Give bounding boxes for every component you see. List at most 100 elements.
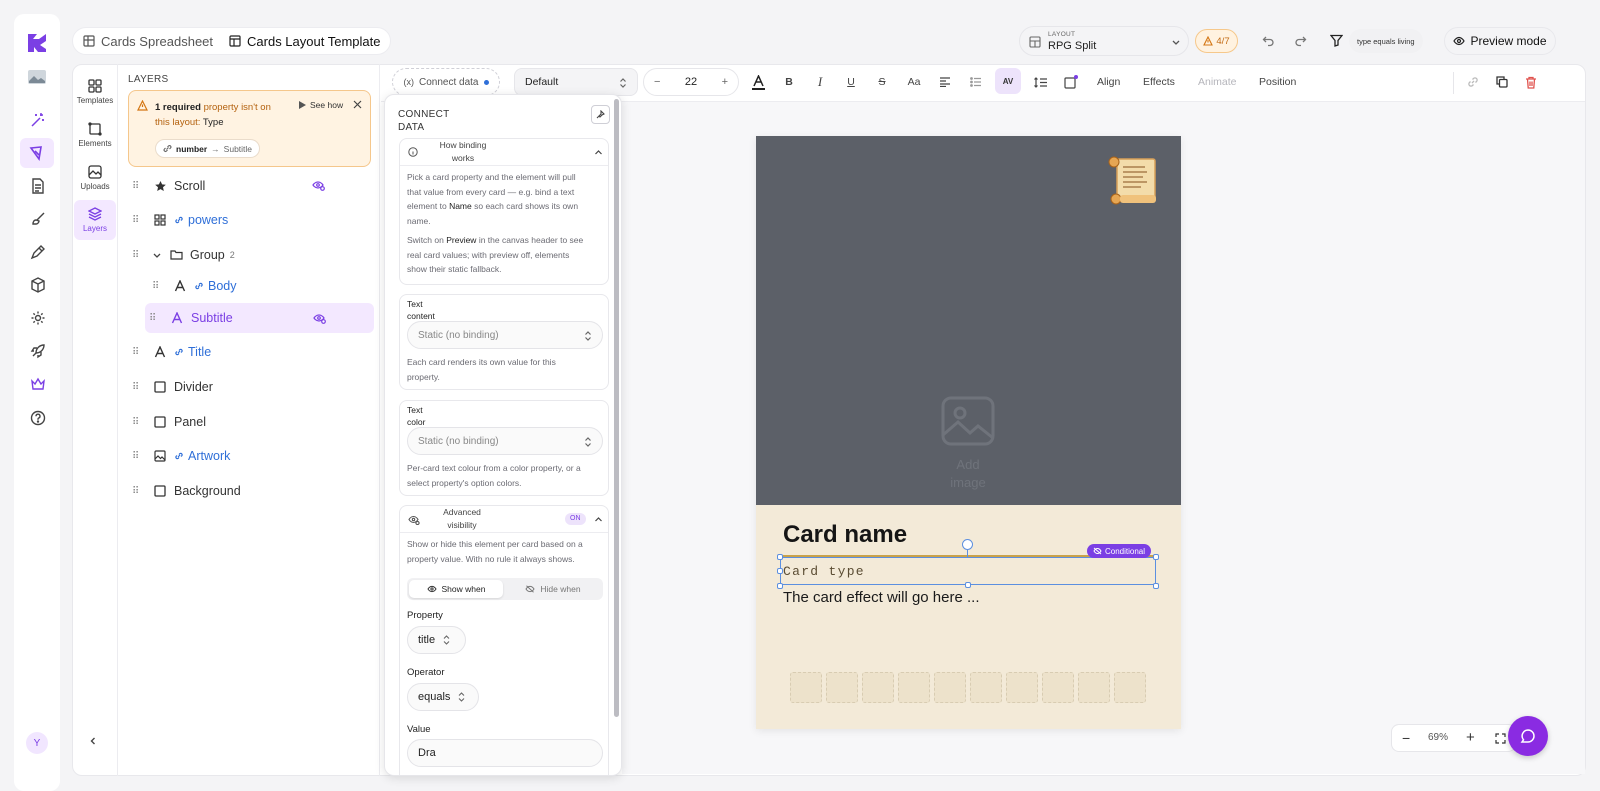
rocket-icon[interactable] — [27, 340, 49, 362]
package-icon[interactable] — [27, 274, 49, 296]
card-effect-text[interactable]: The card effect will go here ... — [783, 589, 980, 606]
drag-handle-icon[interactable]: ⠿ — [132, 250, 144, 261]
document-icon[interactable] — [27, 175, 49, 197]
drag-handle-icon[interactable]: ⠿ — [132, 347, 144, 358]
drag-handle-icon[interactable]: ⠿ — [149, 313, 161, 324]
sidebar-item-templates[interactable]: Templates — [74, 72, 116, 112]
add-image-icon[interactable] — [940, 395, 996, 447]
value-input[interactable]: Dra — [407, 739, 603, 767]
layer-row-background[interactable]: ⠿ Background — [128, 476, 374, 506]
effects-button[interactable]: Effects — [1143, 74, 1175, 90]
chevron-down-icon[interactable] — [152, 250, 162, 260]
font-select[interactable]: Default — [514, 68, 638, 96]
zoom-in-button[interactable]: + — [1466, 729, 1475, 746]
sidebar-item-elements[interactable]: Elements — [74, 115, 116, 155]
list-icon[interactable] — [968, 74, 984, 90]
design-nav-icon[interactable] — [20, 138, 54, 168]
layer-row-subtitle[interactable]: ⠿ Subtitle — [145, 303, 374, 333]
text-content-select[interactable]: Static (no binding) — [407, 321, 603, 349]
visibility-rule-icon[interactable] — [313, 313, 326, 324]
drag-handle-icon[interactable]: ⠿ — [132, 181, 144, 192]
drag-handle-icon[interactable]: ⠿ — [132, 382, 144, 393]
layout-select[interactable]: LAYOUT RPG Split — [1019, 26, 1189, 56]
hide-when-button[interactable]: Hide when — [505, 580, 601, 598]
settings-gear-icon[interactable] — [27, 307, 49, 329]
panel-scrollbar[interactable] — [614, 99, 619, 717]
zoom-out-button[interactable]: − — [1402, 730, 1410, 746]
mapping-chip[interactable]: number → Subtitle — [155, 139, 261, 158]
frame-icon[interactable] — [1063, 74, 1079, 90]
animate-button[interactable]: Animate — [1198, 74, 1237, 90]
chevron-up-icon[interactable] — [594, 515, 603, 524]
power-slot[interactable] — [1078, 672, 1110, 703]
link-icon[interactable] — [1466, 74, 1480, 90]
crown-icon[interactable] — [27, 373, 49, 395]
text-color-select[interactable]: Static (no binding) — [407, 427, 603, 455]
see-how-link[interactable]: See how — [299, 100, 343, 110]
visibility-toggle[interactable]: ON — [565, 513, 586, 525]
power-slot[interactable] — [826, 672, 858, 703]
position-button[interactable]: Position — [1259, 74, 1296, 90]
brush-icon[interactable] — [27, 208, 49, 230]
drag-handle-icon[interactable]: ⠿ — [132, 417, 144, 428]
power-slot[interactable] — [1114, 672, 1146, 703]
connect-data-button[interactable]: (x) Connect data — [392, 68, 500, 96]
chevron-up-icon[interactable] — [594, 148, 603, 157]
power-slot[interactable] — [934, 672, 966, 703]
align-button[interactable]: Align — [1097, 74, 1120, 90]
drag-handle-icon[interactable]: ⠿ — [132, 215, 144, 226]
text-color-button[interactable] — [750, 74, 766, 90]
user-avatar[interactable]: Y — [26, 732, 48, 754]
warnings-badge[interactable]: 4/7 — [1195, 29, 1238, 53]
tab-cards-spreadsheet[interactable]: Cards Spreadsheet — [83, 34, 213, 49]
power-slot[interactable] — [790, 672, 822, 703]
layer-row-divider[interactable]: ⠿ Divider — [128, 372, 374, 402]
layer-row-artwork[interactable]: ⠿ Artwork — [128, 441, 374, 471]
resize-handle[interactable] — [965, 582, 971, 588]
strikethrough-icon[interactable]: S — [875, 74, 889, 90]
decrease-button[interactable]: − — [654, 76, 660, 88]
sidebar-item-layers[interactable]: Layers — [74, 200, 116, 240]
letter-spacing-button[interactable]: AV — [995, 68, 1021, 94]
visibility-rule-icon[interactable] — [312, 180, 325, 191]
redo-icon[interactable] — [1294, 34, 1307, 47]
collapse-chevron-icon[interactable] — [88, 736, 98, 746]
layer-row-title[interactable]: ⠿ Title — [128, 337, 374, 367]
help-icon[interactable] — [27, 407, 49, 429]
text-case-icon[interactable]: Aa — [906, 74, 922, 90]
drag-handle-icon[interactable]: ⠿ — [152, 281, 164, 292]
scroll-icon[interactable] — [1108, 155, 1160, 207]
resize-handle[interactable] — [777, 554, 783, 560]
pen-tool-icon[interactable] — [27, 241, 49, 263]
delete-icon[interactable] — [1524, 74, 1538, 90]
operator-select[interactable]: equals — [407, 683, 479, 711]
chat-button[interactable] — [1508, 716, 1548, 756]
preview-mode-button[interactable]: Preview mode — [1444, 27, 1556, 55]
conditional-badge[interactable]: Conditional — [1087, 544, 1152, 558]
filter-icon[interactable] — [1330, 34, 1343, 47]
card-type-text[interactable]: Card type — [783, 564, 865, 579]
filter-chip[interactable]: type equals living — [1349, 29, 1423, 53]
show-when-button[interactable]: Show when — [409, 580, 503, 598]
drag-handle-icon[interactable]: ⠿ — [132, 451, 144, 462]
magic-wand-icon[interactable] — [27, 109, 49, 131]
underline-icon[interactable]: U — [844, 74, 858, 90]
drag-handle-icon[interactable]: ⠿ — [132, 486, 144, 497]
app-logo-icon[interactable] — [22, 28, 52, 58]
fit-screen-icon[interactable] — [1495, 733, 1506, 744]
layer-row-panel[interactable]: ⠿ Panel — [128, 407, 374, 437]
font-size-stepper[interactable]: − 22 + — [643, 68, 739, 96]
undo-icon[interactable] — [1262, 34, 1275, 47]
italic-icon[interactable]: I — [813, 74, 827, 90]
rotate-handle[interactable] — [962, 539, 973, 550]
sidebar-item-uploads[interactable]: Uploads — [74, 158, 116, 198]
layer-row-body[interactable]: ⠿ Body — [148, 271, 374, 301]
align-left-icon[interactable] — [937, 74, 953, 90]
duplicate-icon[interactable] — [1495, 74, 1509, 90]
line-height-icon[interactable] — [1032, 74, 1048, 90]
power-slot[interactable] — [1006, 672, 1038, 703]
power-slot[interactable] — [898, 672, 930, 703]
resize-handle[interactable] — [1153, 583, 1159, 589]
subtitle-selection-box[interactable]: Card type — [780, 557, 1156, 585]
resize-handle[interactable] — [777, 568, 783, 574]
